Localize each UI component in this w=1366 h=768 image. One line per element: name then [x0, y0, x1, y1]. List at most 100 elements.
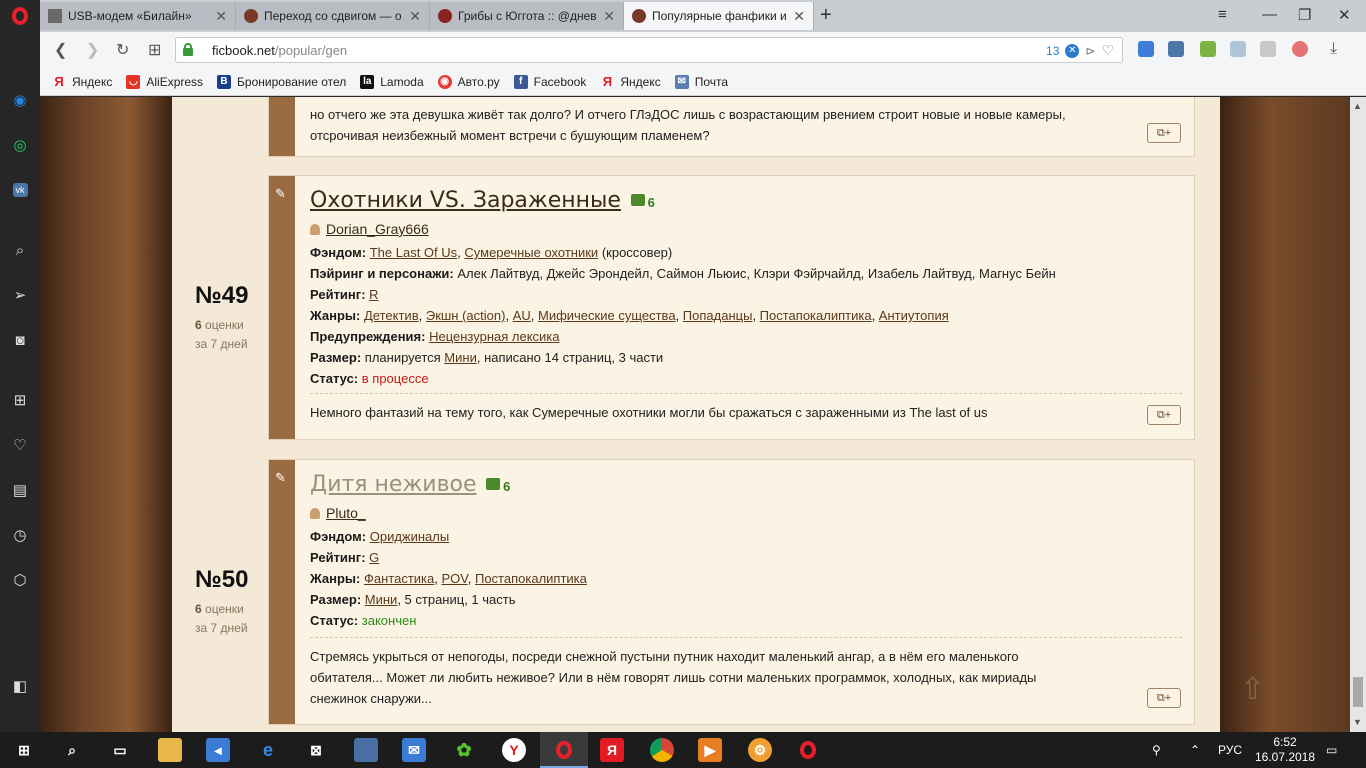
media-icon[interactable]: ◂: [206, 738, 230, 762]
downloads-icon[interactable]: ⤓: [1330, 40, 1337, 58]
bookmark-heart-icon[interactable]: ♡: [1101, 42, 1114, 59]
genre-link[interactable]: Постапокалиптика: [475, 571, 587, 586]
maximize-button[interactable]: ❐: [1298, 6, 1311, 24]
add-to-collection-button[interactable]: ⧉+: [1147, 688, 1181, 708]
rating-link[interactable]: G: [369, 550, 379, 565]
fandom-link[interactable]: The Last Of Us: [370, 245, 457, 260]
genre-link[interactable]: Антиутопия: [879, 308, 949, 323]
bookmark-booking[interactable]: B Бронирование отел: [217, 74, 346, 89]
genre-link[interactable]: Попаданцы: [683, 308, 753, 323]
new-tab-button[interactable]: +: [820, 4, 832, 27]
chrome-icon[interactable]: [650, 738, 674, 762]
genre-link[interactable]: POV: [441, 571, 467, 586]
store-icon[interactable]: ⊠: [304, 738, 328, 762]
tabs-grid-button[interactable]: ⊞: [148, 40, 161, 60]
fanfic-title-link[interactable]: Охотники VS. Зараженные: [310, 188, 621, 213]
extensions-icon[interactable]: ⬡: [10, 570, 30, 590]
bookmark-autoru[interactable]: ◉ Авто.ру: [437, 74, 500, 89]
reload-button[interactable]: ↻: [116, 40, 129, 60]
news-icon[interactable]: ▤: [10, 480, 30, 500]
yandex-icon[interactable]: Я: [600, 738, 624, 762]
genre-link[interactable]: Фантастика: [364, 571, 434, 586]
tab-menu-icon[interactable]: ≡: [1218, 6, 1227, 23]
pin-icon[interactable]: ✎: [275, 186, 286, 202]
tab-1[interactable]: USB-модем «Билайн» ✕: [40, 2, 236, 30]
bookmark-mail[interactable]: ✉ Почта: [674, 74, 728, 89]
bookmark-facebook[interactable]: f Facebook: [513, 74, 586, 89]
add-to-collection-button[interactable]: ⧉+: [1147, 123, 1181, 143]
rating-link[interactable]: R: [369, 287, 378, 302]
tab-3[interactable]: Грибы с Юггота :: @днев ✕: [430, 2, 624, 30]
sync-ext-icon[interactable]: [1260, 41, 1276, 57]
bookmark-lamoda[interactable]: la Lamoda: [360, 74, 424, 89]
scroll-down-arrow[interactable]: ▼: [1353, 717, 1362, 727]
tray-chevron-icon[interactable]: ⌃: [1190, 732, 1200, 768]
send-icon[interactable]: ➢: [10, 285, 30, 305]
language-indicator[interactable]: РУС: [1218, 732, 1242, 768]
people-icon[interactable]: ⚲: [1152, 732, 1161, 768]
opera-icon-2[interactable]: [796, 738, 820, 762]
send-to-flow-icon[interactable]: ⊳: [1085, 44, 1095, 58]
forward-button[interactable]: ❯: [86, 40, 99, 60]
search-icon[interactable]: ⌕: [10, 240, 30, 260]
messenger-icon[interactable]: ◉: [10, 90, 30, 110]
genre-link[interactable]: AU: [513, 308, 531, 323]
yandex-browser-icon[interactable]: Y: [502, 738, 526, 762]
close-tab-icon[interactable]: ✕: [603, 8, 615, 25]
video-icon[interactable]: ▶: [698, 738, 722, 762]
tab-2[interactable]: Переход со сдвигом — о ✕: [236, 2, 430, 30]
fanfic-title-link[interactable]: Дитя неживое: [310, 472, 477, 497]
add-to-collection-button[interactable]: ⧉+: [1147, 405, 1181, 425]
action-center-icon[interactable]: ▭: [1326, 732, 1337, 768]
url-field[interactable]: ficbook.net/popular/gen 13 ✕ ⊳ ♡: [175, 37, 1123, 63]
genre-link[interactable]: Экшн (action): [426, 308, 506, 323]
close-tab-icon[interactable]: ✕: [409, 8, 421, 25]
file-explorer-icon[interactable]: [158, 738, 182, 762]
close-window-button[interactable]: ✕: [1338, 6, 1351, 24]
genre-link[interactable]: Детектив: [364, 308, 419, 323]
windows-start-icon[interactable]: ⊞: [12, 738, 36, 762]
mail-icon[interactable]: ✉: [402, 738, 426, 762]
tab-4-active[interactable]: Популярные фанфики и ф ✕: [624, 2, 814, 30]
history-icon[interactable]: ◷: [10, 525, 30, 545]
clock[interactable]: 6:52 16.07.2018: [1250, 735, 1320, 765]
search-icon[interactable]: ⌕: [60, 738, 84, 762]
heart-icon[interactable]: ♡: [10, 435, 30, 455]
fandom-link[interactable]: Ориджиналы: [370, 529, 450, 544]
task-view-icon[interactable]: ▭: [108, 738, 132, 762]
bookmark-aliexpress[interactable]: ◡ AliExpress: [126, 74, 203, 89]
fandom-link[interactable]: Сумеречные охотники: [464, 245, 598, 260]
icq-icon[interactable]: ✿: [452, 738, 476, 762]
pin-icon[interactable]: ✎: [275, 470, 286, 486]
download-ext-icon[interactable]: [1138, 41, 1154, 57]
app-orange-icon[interactable]: ⚙: [748, 738, 772, 762]
author-link[interactable]: Dorian_Gray666: [326, 221, 429, 237]
adblock-icon[interactable]: ✕: [1065, 43, 1080, 58]
close-tab-icon[interactable]: ✕: [793, 8, 805, 25]
download-red-ext-icon[interactable]: [1292, 41, 1308, 57]
sidebar-toggle-icon[interactable]: ◧: [10, 676, 30, 696]
warning-link[interactable]: Нецензурная лексика: [429, 329, 559, 344]
vk-ext-icon[interactable]: [1168, 41, 1184, 57]
opera-icon[interactable]: [552, 738, 576, 762]
opera-menu-button[interactable]: [0, 0, 40, 32]
savefrom-ext-icon[interactable]: [1200, 41, 1216, 57]
minimize-button[interactable]: —: [1262, 6, 1277, 23]
scroll-to-top-icon[interactable]: ⇧: [1240, 672, 1265, 707]
bookmark-yandex[interactable]: Я Яндекс: [52, 74, 112, 89]
size-link[interactable]: Мини: [444, 350, 477, 365]
author-link[interactable]: Pluto_: [326, 505, 366, 521]
genre-link[interactable]: Постапокалиптика: [760, 308, 872, 323]
app-icon[interactable]: [354, 738, 378, 762]
back-button[interactable]: ❮: [54, 40, 67, 60]
size-link[interactable]: Мини: [365, 592, 398, 607]
scrollbar[interactable]: ▲ ▼: [1350, 97, 1366, 732]
scroll-up-arrow[interactable]: ▲: [1353, 101, 1362, 111]
download-gray-ext-icon[interactable]: [1230, 41, 1246, 57]
genre-link[interactable]: Мифические существа: [538, 308, 676, 323]
close-tab-icon[interactable]: ✕: [215, 8, 227, 25]
speed-dial-icon[interactable]: ⊞: [10, 390, 30, 410]
whatsapp-icon[interactable]: ◎: [10, 135, 30, 155]
bookmark-yandex-2[interactable]: Я Яндекс: [600, 74, 661, 89]
vk-icon[interactable]: vk: [10, 180, 30, 200]
